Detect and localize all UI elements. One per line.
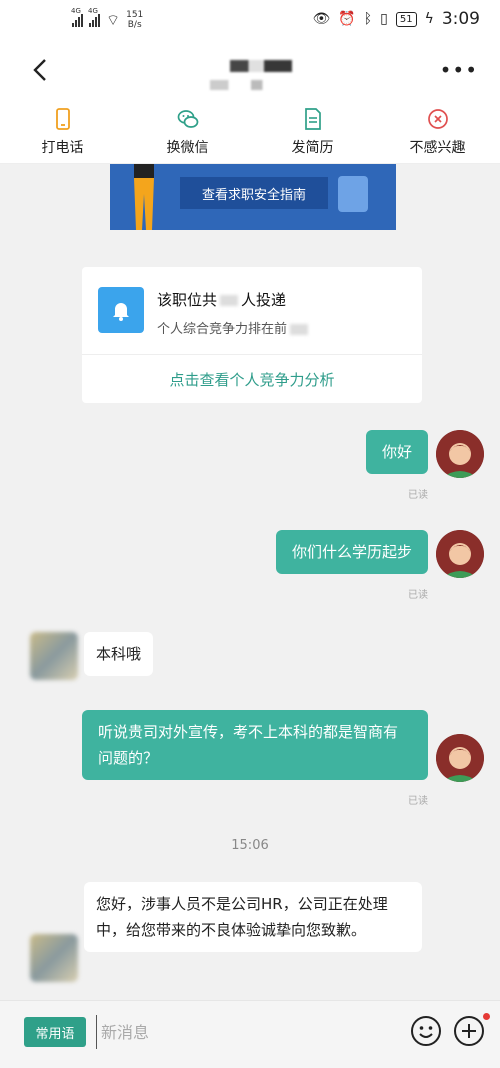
blurred-number (290, 324, 309, 335)
send-resume-button[interactable]: 发简历 (250, 100, 375, 163)
action-bar: 打电话 换微信 发简历 不感兴趣 (0, 100, 500, 164)
contact-company-blurred (210, 80, 285, 90)
user-avatar-icon (436, 734, 484, 782)
chevron-left-icon[interactable] (28, 56, 52, 84)
notification-dot (483, 1013, 490, 1020)
chat-header: ••• (0, 44, 500, 100)
message-input[interactable] (96, 1015, 396, 1049)
blurred-number (220, 295, 239, 306)
call-label: 打电话 (41, 139, 84, 156)
bluetooth-icon: ᛒ (363, 11, 373, 27)
competitiveness-analysis-link[interactable]: 点击查看个人竞争力分析 (82, 355, 422, 403)
more-dots-icon[interactable]: ••• (440, 58, 478, 82)
applicant-count: 该职位共 人投递 (157, 291, 287, 309)
avatar[interactable] (30, 934, 78, 982)
safety-guide-button[interactable]: 查看求职安全指南 (180, 177, 328, 209)
read-receipt: 已读 (408, 490, 428, 501)
competitiveness-rank: 个人综合竞争力排在前 (157, 318, 311, 337)
close-circle-icon (427, 108, 448, 129)
status-bar: 4G 4G ⌔ 151 B/s 👁 ⏰ ᛒ ▯ 51 ϟ 3:09 (0, 0, 500, 44)
status-right: 👁 ⏰ ᛒ ▯ 51 ϟ 3:09 (312, 9, 480, 29)
signal-icon: 4G (88, 7, 100, 27)
message-bubble-sent[interactable]: 你好 (365, 430, 428, 474)
message-bubble-sent[interactable]: 你们什么学历起步 (275, 530, 428, 574)
exchange-wechat-button[interactable]: 换微信 (125, 100, 250, 163)
avatar[interactable] (436, 734, 484, 782)
chat-area[interactable]: 查看求职安全指南 该职位共 人投递 个人综合竞争力排在前 点击查看个人竞争力分析 … (0, 164, 500, 1000)
exchange-wechat-label: 换微信 (166, 139, 209, 156)
send-resume-label: 发简历 (291, 139, 334, 156)
emoji-icon[interactable] (410, 1015, 442, 1047)
message-input-bar: 常用语 (0, 1000, 500, 1068)
message-bubble-received[interactable]: 本科哦 (84, 632, 154, 676)
not-interested-button[interactable]: 不感兴趣 (375, 100, 500, 163)
signal-icon: 4G (71, 7, 83, 27)
plus-icon[interactable] (453, 1015, 485, 1047)
avatar[interactable] (30, 632, 78, 680)
not-interested-label: 不感兴趣 (409, 139, 466, 156)
wechat-icon (177, 109, 198, 128)
status-time: 3:09 (441, 9, 480, 29)
read-receipt: 已读 (408, 796, 428, 807)
person-illustration-icon (134, 164, 154, 230)
contact-name-blurred (230, 60, 292, 72)
eye-icon: 👁 (312, 11, 331, 27)
alarm-icon: ⏰ (338, 11, 356, 27)
document-illustration-icon (338, 176, 368, 212)
message-timestamp: 15:06 (231, 838, 269, 853)
status-left: 4G 4G ⌔ 151 B/s (71, 7, 144, 30)
read-receipt: 已读 (408, 590, 428, 601)
resume-icon (304, 107, 321, 130)
message-bubble-sent[interactable]: 听说贵司对外宣传，考不上本科的都是智商有问题的？ (82, 710, 428, 780)
battery-icon: 51 (395, 11, 417, 27)
network-speed: 151 B/s (126, 10, 144, 30)
safety-guide-banner[interactable]: 查看求职安全指南 (110, 164, 396, 230)
message-bubble-received[interactable]: 您好，涉事人员不是公司HR，公司正在处理中，给您带来的不良体验诚挚向您致歉。 (84, 882, 422, 952)
avatar[interactable] (436, 530, 484, 578)
charging-icon: ϟ (424, 11, 434, 27)
call-button[interactable]: 打电话 (0, 100, 125, 163)
avatar[interactable] (436, 430, 484, 478)
user-avatar-icon (436, 430, 484, 478)
bell-icon (98, 287, 144, 333)
competition-card: 该职位共 人投递 个人综合竞争力排在前 点击查看个人竞争力分析 (82, 267, 422, 403)
user-avatar-icon (436, 530, 484, 578)
quick-phrases-button[interactable]: 常用语 (24, 1017, 86, 1047)
vibrate-icon: ▯ (380, 11, 388, 27)
phone-icon (55, 107, 70, 130)
wifi-icon: ⌔ (106, 10, 121, 29)
